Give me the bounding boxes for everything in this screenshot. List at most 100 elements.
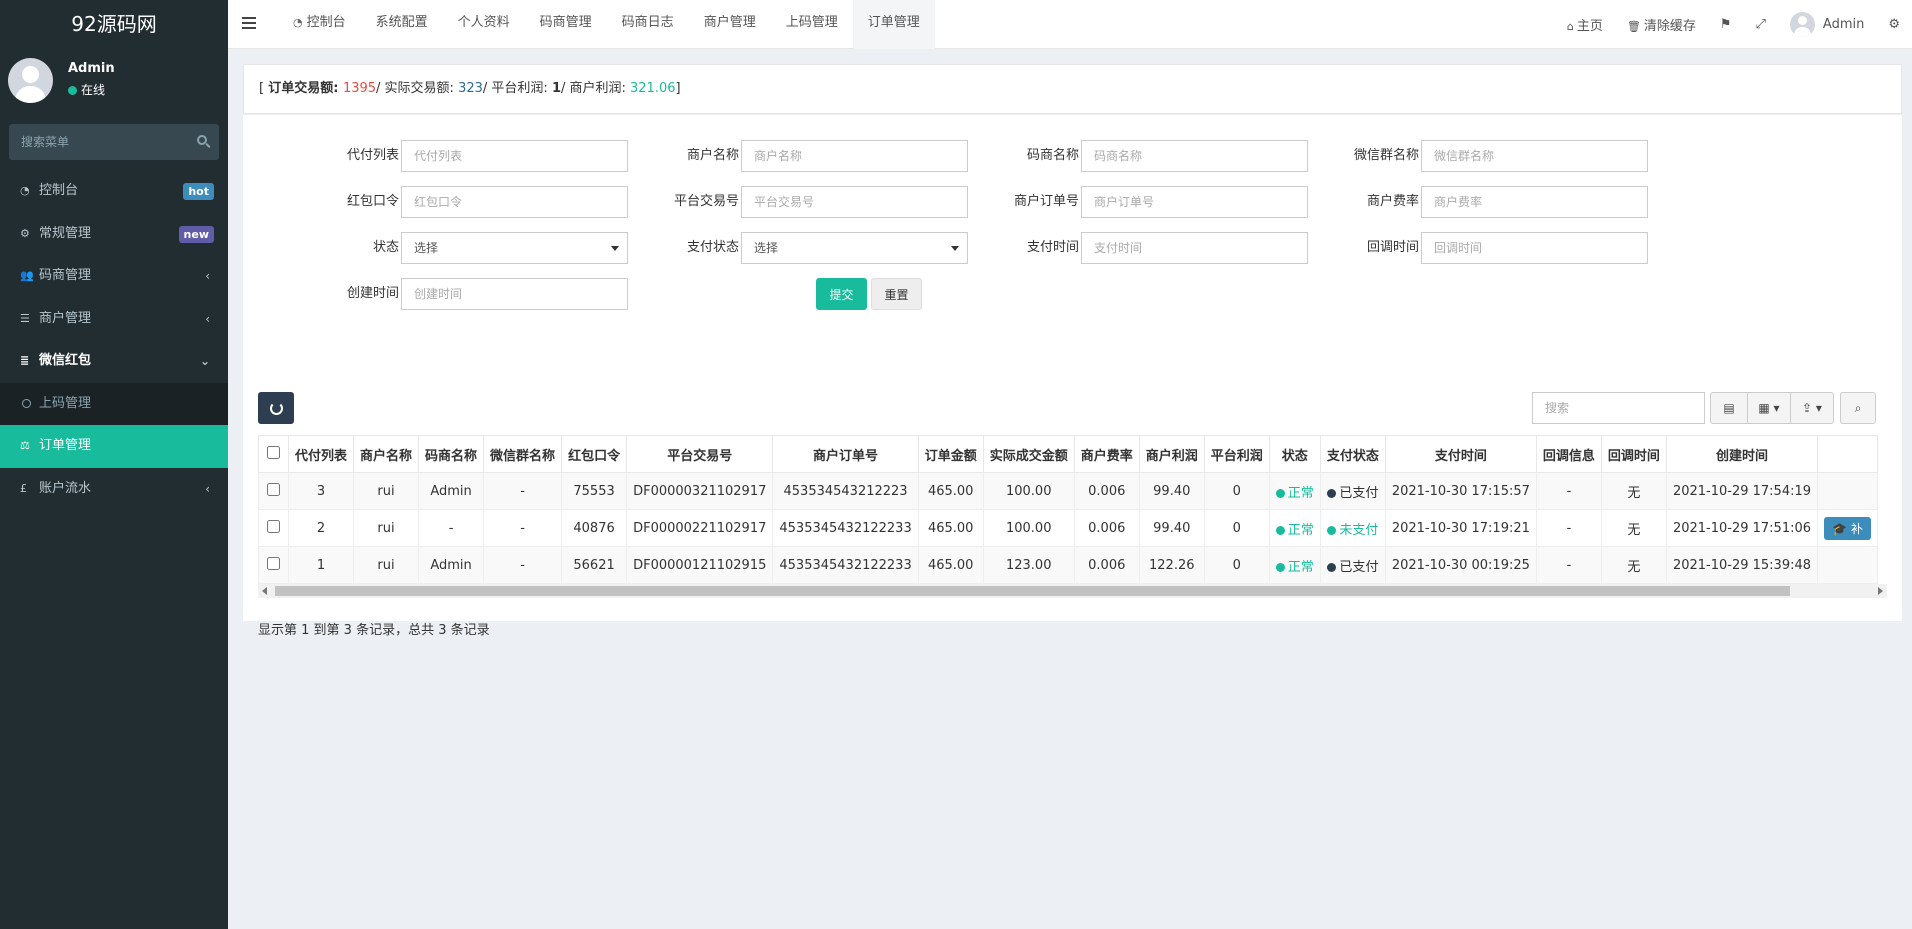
table-cell: - [483,472,563,510]
table-cell: - [1535,472,1602,510]
field-label: 回调时间 [1366,240,1419,255]
column-header[interactable]: 平台利润 [1203,435,1270,473]
merchant-rate-input[interactable] [1421,186,1648,218]
table-cell: 无 [1600,509,1667,547]
tab-profile[interactable]: 个人资料 [443,0,525,49]
cell-value: 4535345432122233 [779,520,912,536]
column-header[interactable]: 平台交易号 [626,435,774,473]
table-search-input[interactable] [1532,392,1705,424]
column-header[interactable]: 代付列表 [287,435,355,473]
select-all-checkbox[interactable] [267,445,280,459]
column-header[interactable]: 实际成交金额 [982,435,1075,473]
settings-icon[interactable]: ⚙ [1876,17,1912,32]
new-badge: new [178,225,214,243]
cell-value: 无 [1627,522,1641,538]
sidebar-item-general[interactable]: ⚙ 常规管理 new [0,213,228,256]
horizontal-scrollbar[interactable] [258,584,1887,598]
column-header[interactable]: 支付时间 [1384,435,1537,473]
column-header[interactable]: 商户名称 [353,435,420,473]
tab-dashboard[interactable]: ◔ 控制台 [278,0,361,49]
sidebar-item-wechat-redpacket[interactable]: ≣ 微信红包 ⌄ [0,340,228,383]
resend-button[interactable]: 🎓 补 [1824,516,1871,540]
tab-orders[interactable]: 订单管理 [852,0,935,49]
column-header[interactable]: 红包口令 [561,435,628,473]
cell-value: DF00000321102917 [633,483,767,499]
platform-profit: 1 [551,81,561,96]
table-cell: 100.00 [982,509,1075,547]
language-icon[interactable]: ⚑ [1708,17,1744,32]
field-create-time: 创建时间 [243,278,658,310]
column-header[interactable]: 商户订单号 [772,435,919,473]
cell-value: 123.00 [1005,557,1052,573]
column-header[interactable]: 商户费率 [1073,435,1140,473]
cell-value: - [520,557,525,573]
scroll-right-icon[interactable] [1878,587,1883,595]
column-header[interactable]: 回调时间 [1600,435,1667,473]
user-menu[interactable]: Admin [1778,12,1876,37]
column-header[interactable]: 商户利润 [1138,435,1205,473]
scroll-left-icon[interactable] [262,587,267,595]
callback-time-input[interactable] [1421,232,1648,264]
sidebar-item-orders[interactable]: ⚖ 订单管理 [0,425,228,468]
grid-icon: ▦ ▾ [1758,401,1780,415]
cell-value: 465.00 [927,557,974,573]
home-link[interactable]: ⌂ 主页 [1555,15,1615,34]
sidebar-item-account-flow[interactable]: £ 账户流水 ‹ [0,468,228,511]
home-icon: ⌂ [1566,20,1574,33]
pagination-info: 显示第 1 到第 3 条记录，总共 3 条记录 [258,623,490,638]
tab-upload-code[interactable]: 上码管理 [771,0,853,49]
column-header[interactable]: 订单金额 [917,435,984,473]
row-checkbox[interactable] [267,482,280,496]
column-header[interactable]: 状态 [1268,435,1321,473]
search-icon[interactable] [197,135,207,145]
menu-toggle-icon[interactable] [242,17,256,29]
avatar [1789,12,1815,37]
column-header[interactable]: 码商名称 [418,435,485,473]
field-label: 平台交易号 [673,194,739,209]
toggle-view-button[interactable]: ▤ [1710,392,1748,424]
top-navbar: ◔ 控制台 系统配置 个人资料 码商管理 码商日志 商户管理 上码管理 订单管理 … [228,0,1912,49]
app-logo[interactable]: 92源码网 [0,0,228,49]
clear-cache-button[interactable]: 🗑 清除缓存 [1615,15,1708,34]
table-row[interactable]: 2 rui - - 40876 DF00000221102917 4535345432122… [258,509,1879,547]
tab-code-merchant[interactable]: 码商管理 [525,0,607,49]
reset-button[interactable]: 重置 [871,278,922,310]
submit-button[interactable]: 提交 [816,278,867,310]
menu-search-input[interactable] [9,124,219,160]
sidebar-item-dashboard[interactable]: ◔ 控制台 hot [0,170,228,213]
nav-tabs: ◔ 控制台 系统配置 个人资料 码商管理 码商日志 商户管理 上码管理 订单管理 [278,0,935,49]
tab-code-merchant-log[interactable]: 码商日志 [607,0,689,49]
sidebar-item-upload-code[interactable]: 上码管理 [0,382,228,425]
row-checkbox[interactable] [267,519,280,533]
field-label: 码商名称 [1026,148,1079,163]
sidebar-item-merchant[interactable]: ☰ 商户管理 ‹ [0,298,228,341]
refresh-button[interactable] [258,392,294,424]
table-row[interactable]: 3 rui Admin - 75553 DF00000321102917 453534543… [258,472,1879,510]
form-row: 状态 选择 支付状态 选择 支付时间 回调时间 [243,232,1902,264]
column-header[interactable]: 回调信息 [1535,435,1602,473]
columns-button[interactable]: ▦ ▾ [1747,392,1791,424]
scrollbar-thumb[interactable] [275,586,1790,596]
sidebar-item-label: 上码管理 [39,395,92,411]
operation-cell [1817,546,1879,584]
export-button[interactable]: ⇪ ▾ [1790,392,1834,424]
cell-value: 2021-10-29 17:51:06 [1672,520,1812,536]
sidebar-item-code-merchant[interactable]: 👥 码商管理 ‹ [0,255,228,298]
table-cell: Admin [418,546,485,584]
wechat-group-input[interactable] [1421,140,1648,172]
column-header[interactable]: 支付状态 [1319,435,1386,473]
column-header[interactable]: 微信群名称 [483,435,563,473]
advanced-search-button[interactable]: ⌕ [1840,392,1876,424]
cell-value: 0 [1232,483,1241,499]
cell-value: 453534543212223 [783,483,908,499]
fullscreen-icon[interactable]: ⤢ [1744,17,1778,32]
column-header[interactable]: 创建时间 [1665,435,1819,473]
cell-value: 2 [316,520,326,536]
order-panel: 代付列表 商户名称 码商名称 微信群名称 红包口令 平台交易号 商户订单号 商户… [243,114,1902,638]
cell-value: 1 [316,557,326,573]
tab-system-config[interactable]: 系统配置 [361,0,443,49]
tab-merchant[interactable]: 商户管理 [689,0,771,49]
create-time-input[interactable] [401,278,628,310]
table-row[interactable]: 1 rui Admin - 56621 DF00000121102915 453534543… [258,546,1879,584]
row-checkbox[interactable] [267,556,280,570]
